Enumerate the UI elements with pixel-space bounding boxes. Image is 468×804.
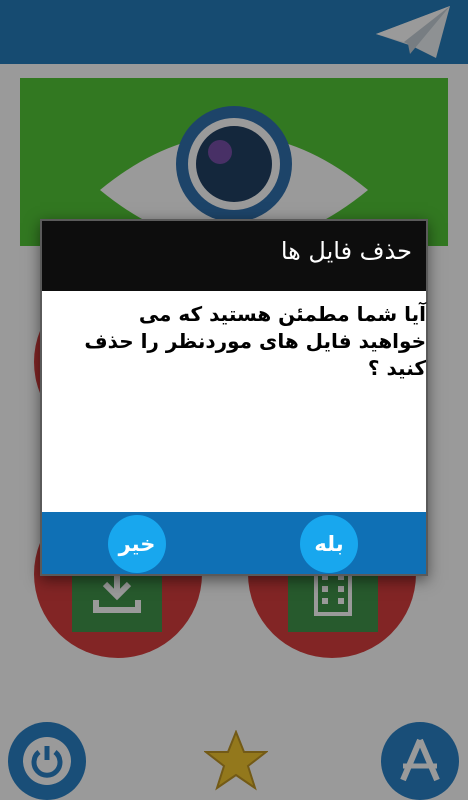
dialog-message: آیا شما مطمئن هستید که می خواهید فایل ها… — [84, 302, 426, 380]
dialog-header: حذف فایل ها — [42, 221, 426, 291]
delete-files-dialog: حذف فایل ها آیا شما مطمئن هستید که می خو… — [40, 219, 428, 576]
yes-button[interactable]: بله — [300, 515, 358, 573]
dialog-footer: خیر بله — [42, 512, 426, 574]
no-button[interactable]: خیر — [108, 515, 166, 573]
dialog-title: حذف فایل ها — [280, 237, 412, 265]
